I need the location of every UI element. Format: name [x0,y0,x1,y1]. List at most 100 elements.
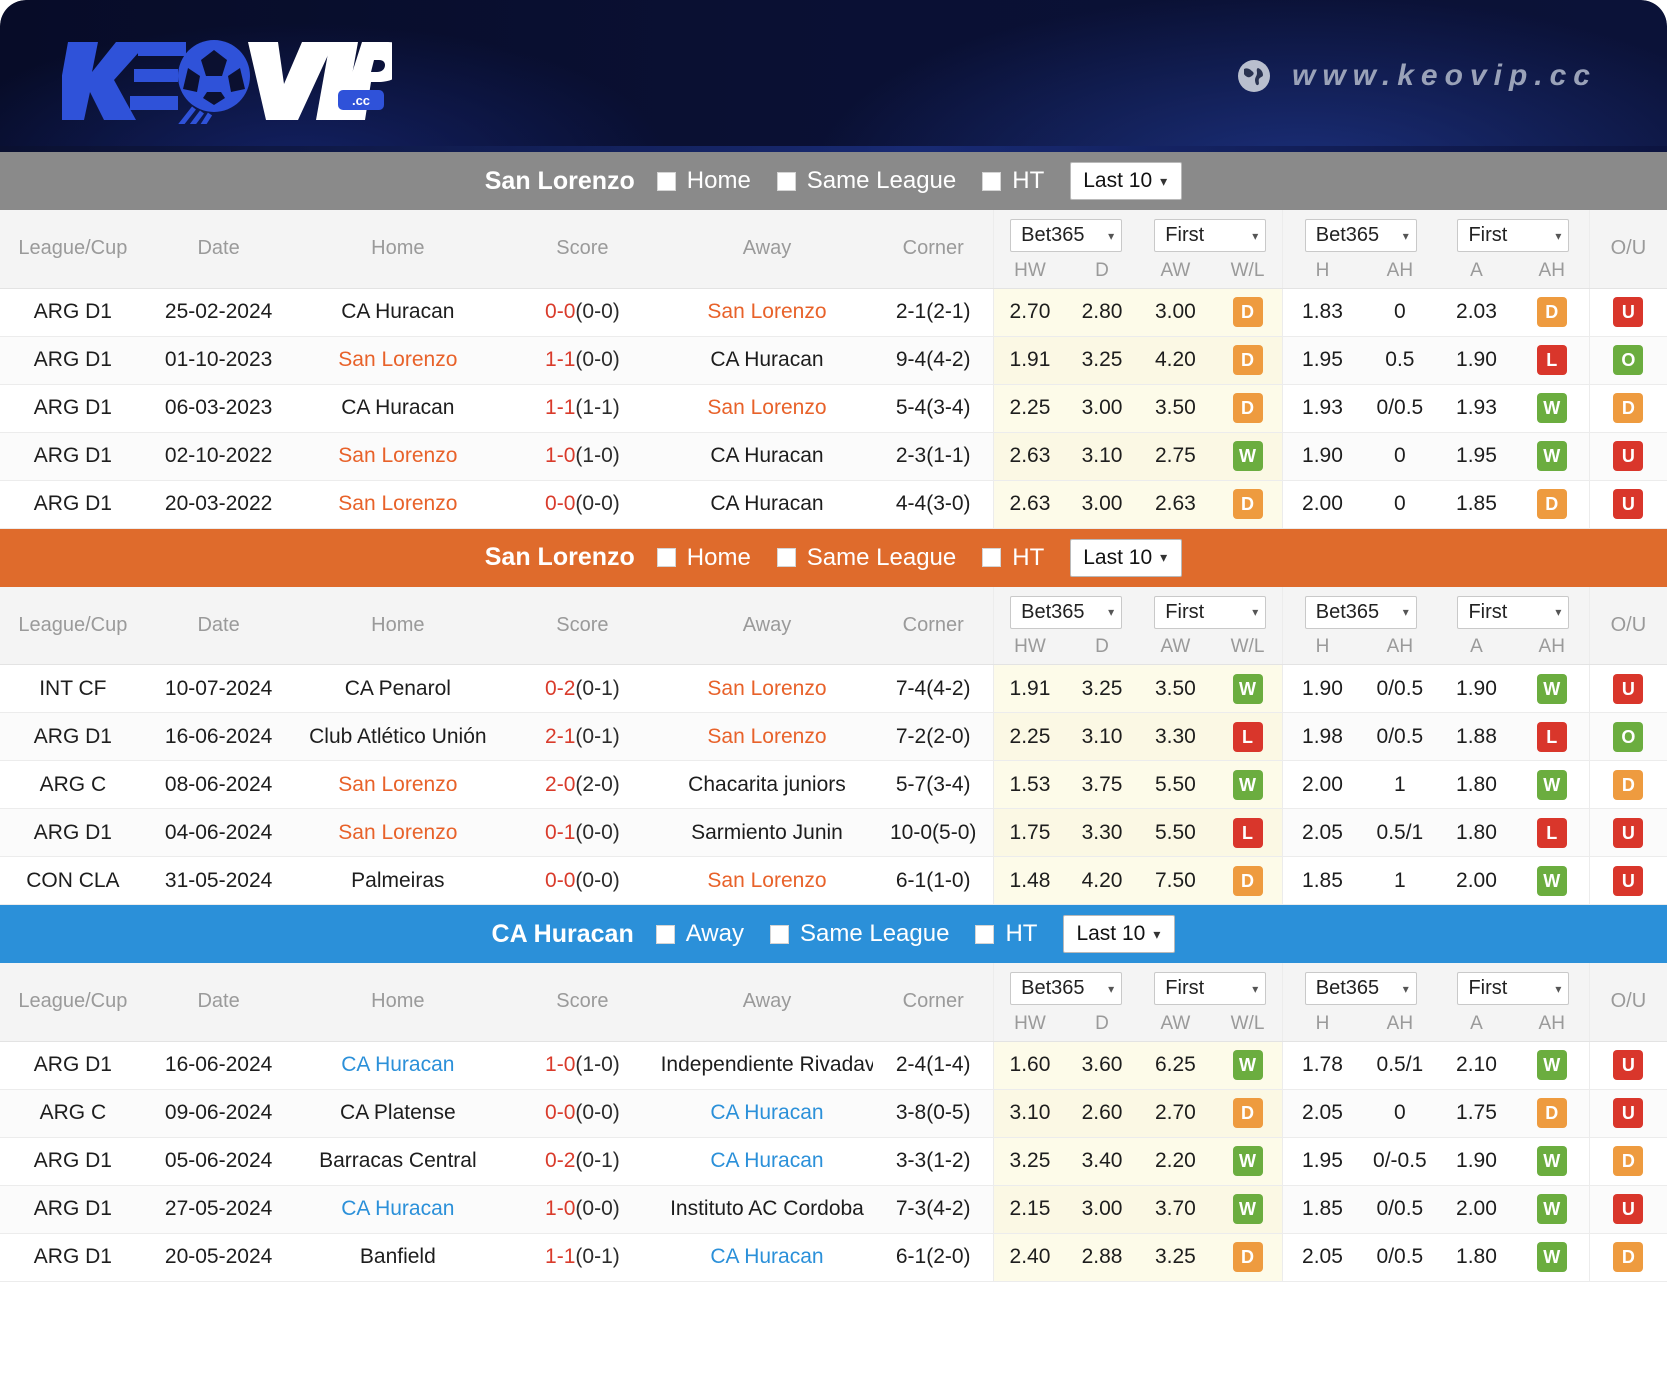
table-row[interactable]: ARG D105-06-2024Barracas Central0-2(0-1)… [0,1137,1667,1185]
cell-away-team[interactable]: San Lorenzo [661,384,874,432]
col-header-away: Away [661,587,874,665]
cell-ah-line: 0/0.5 [1362,384,1439,432]
table-row[interactable]: ARG D106-03-2023CA Huracan1-1(1-1)San Lo… [0,384,1667,432]
cell-odds-aw: 3.30 [1138,713,1212,761]
odds2-period-select[interactable]: First▾ [1457,972,1569,1005]
cell-home-team[interactable]: San Lorenzo [291,480,504,528]
status-badge: W [1537,393,1567,423]
cell-ou-result: U [1589,857,1667,905]
cell-away-team[interactable]: CA Huracan [661,480,874,528]
odds2-period-select[interactable]: First▾ [1457,219,1569,252]
cell-away-team[interactable]: CA Huracan [661,432,874,480]
cell-home-team[interactable]: Palmeiras [291,857,504,905]
filter-same-league[interactable]: Same League [777,544,956,572]
cell-score: 1-0(0-0) [504,1185,660,1233]
cell-away-team[interactable]: San Lorenzo [661,665,874,713]
cell-home-team[interactable]: Barracas Central [291,1137,504,1185]
odds2-bookmaker-select[interactable]: Bet365▾ [1305,972,1417,1005]
odds1-period-select[interactable]: First▾ [1154,596,1266,629]
cell-home-team[interactable]: Club Atlético Unión [291,713,504,761]
col-header-date: Date [146,210,292,288]
cell-odds-aw: 3.50 [1138,665,1212,713]
cell-away-team[interactable]: Sarmiento Junin [661,809,874,857]
cell-home-team[interactable]: San Lorenzo [291,761,504,809]
cell-home-team[interactable]: CA Huracan [291,288,504,336]
table-row[interactable]: ARG D104-06-2024San Lorenzo0-1(0-0)Sarmi… [0,809,1667,857]
odds2-bookmaker-select[interactable]: Bet365▾ [1305,596,1417,629]
filter-home[interactable]: Home [657,544,751,572]
checkbox-icon[interactable] [657,172,676,191]
checkbox-icon[interactable] [777,172,796,191]
cell-home-team[interactable]: CA Huracan [291,1041,504,1089]
checkbox-icon[interactable] [982,172,1001,191]
range-select[interactable]: Last 10▾ [1063,915,1175,953]
odds2-bookmaker-select[interactable]: Bet365▾ [1305,219,1417,252]
cell-home-team[interactable]: San Lorenzo [291,336,504,384]
odds2-period-select[interactable]: First▾ [1457,596,1569,629]
table-row[interactable]: ARG D116-06-2024CA Huracan1-0(1-0)Indepe… [0,1041,1667,1089]
cell-date: 31-05-2024 [146,857,292,905]
cell-home-team[interactable]: San Lorenzo [291,809,504,857]
cell-away-team[interactable]: CA Huracan [661,1233,874,1281]
table-row[interactable]: ARG D102-10-2022San Lorenzo1-0(1-0)CA Hu… [0,432,1667,480]
table-row[interactable]: ARG D125-02-2024CA Huracan0-0(0-0)San Lo… [0,288,1667,336]
table-row[interactable]: ARG C08-06-2024San Lorenzo2-0(2-0)Chacar… [0,761,1667,809]
cell-home-team[interactable]: CA Huracan [291,384,504,432]
filter-ht[interactable]: HT [975,920,1037,948]
cell-away-team[interactable]: CA Huracan [661,1089,874,1137]
odds1-bookmaker-select[interactable]: Bet365▾ [1010,972,1122,1005]
odds1-bookmaker-select[interactable]: Bet365▾ [1010,596,1122,629]
filter-away[interactable]: Away [656,920,744,948]
filter-ht[interactable]: HT [982,544,1044,572]
table-row[interactable]: ARG D127-05-2024CA Huracan1-0(0-0)Instit… [0,1185,1667,1233]
filter-same-league[interactable]: Same League [770,920,949,948]
checkbox-icon[interactable] [770,925,789,944]
status-badge: W [1233,770,1263,800]
range-select[interactable]: Last 10▾ [1070,162,1182,200]
col-header-away: Away [661,963,874,1041]
checkbox-icon[interactable] [777,548,796,567]
checkbox-icon[interactable] [975,925,994,944]
checkbox-icon[interactable] [657,548,676,567]
odds1-bookmaker-select[interactable]: Bet365▾ [1010,219,1122,252]
status-badge: D [1233,1098,1263,1128]
cell-home-team[interactable]: Banfield [291,1233,504,1281]
odds1-period-cell: First▾ [1138,587,1283,629]
cell-away-team[interactable]: Independiente Rivadavia [661,1041,874,1089]
cell-corner: 10-0(5-0) [873,809,993,857]
checkbox-icon[interactable] [982,548,1001,567]
cell-away-team[interactable]: Chacarita juniors [661,761,874,809]
cell-away-team[interactable]: San Lorenzo [661,857,874,905]
col-header-home: Home [291,210,504,288]
checkbox-icon[interactable] [656,925,675,944]
cell-home-team[interactable]: CA Penarol [291,665,504,713]
keovip-logo[interactable]: .cc [62,0,392,152]
odds1-period-select[interactable]: First▾ [1154,972,1266,1005]
cell-league: ARG C [0,1089,146,1137]
range-select[interactable]: Last 10▾ [1070,539,1182,577]
filter-home[interactable]: Home [657,167,751,195]
cell-away-team[interactable]: San Lorenzo [661,288,874,336]
section-header-head-to-head: San LorenzoHomeSame LeagueHTLast 10▾ [0,152,1667,210]
filter-ht[interactable]: HT [982,167,1044,195]
cell-ou-result: U [1589,665,1667,713]
table-row[interactable]: ARG D120-03-2022San Lorenzo0-0(0-0)CA Hu… [0,480,1667,528]
table-row[interactable]: ARG D116-06-2024Club Atlético Unión2-1(0… [0,713,1667,761]
cell-home-team[interactable]: CA Platense [291,1089,504,1137]
odds2-bookmaker-value: Bet365 [1316,224,1379,247]
table-row[interactable]: ARG D120-05-2024Banfield1-1(0-1)CA Hurac… [0,1233,1667,1281]
cell-away-team[interactable]: San Lorenzo [661,713,874,761]
cell-ah-away: 1.95 [1438,432,1515,480]
site-url[interactable]: www.keovip.cc [1234,56,1597,96]
table-row[interactable]: INT CF10-07-2024CA Penarol0-2(0-1)San Lo… [0,665,1667,713]
table-row[interactable]: ARG D101-10-2023San Lorenzo1-1(0-0)CA Hu… [0,336,1667,384]
cell-away-team[interactable]: CA Huracan [661,336,874,384]
odds1-period-select[interactable]: First▾ [1154,219,1266,252]
table-row[interactable]: CON CLA31-05-2024Palmeiras0-0(0-0)San Lo… [0,857,1667,905]
cell-home-team[interactable]: San Lorenzo [291,432,504,480]
filter-same-league[interactable]: Same League [777,167,956,195]
cell-home-team[interactable]: CA Huracan [291,1185,504,1233]
cell-away-team[interactable]: CA Huracan [661,1137,874,1185]
cell-away-team[interactable]: Instituto AC Cordoba [661,1185,874,1233]
table-row[interactable]: ARG C09-06-2024CA Platense0-0(0-0)CA Hur… [0,1089,1667,1137]
